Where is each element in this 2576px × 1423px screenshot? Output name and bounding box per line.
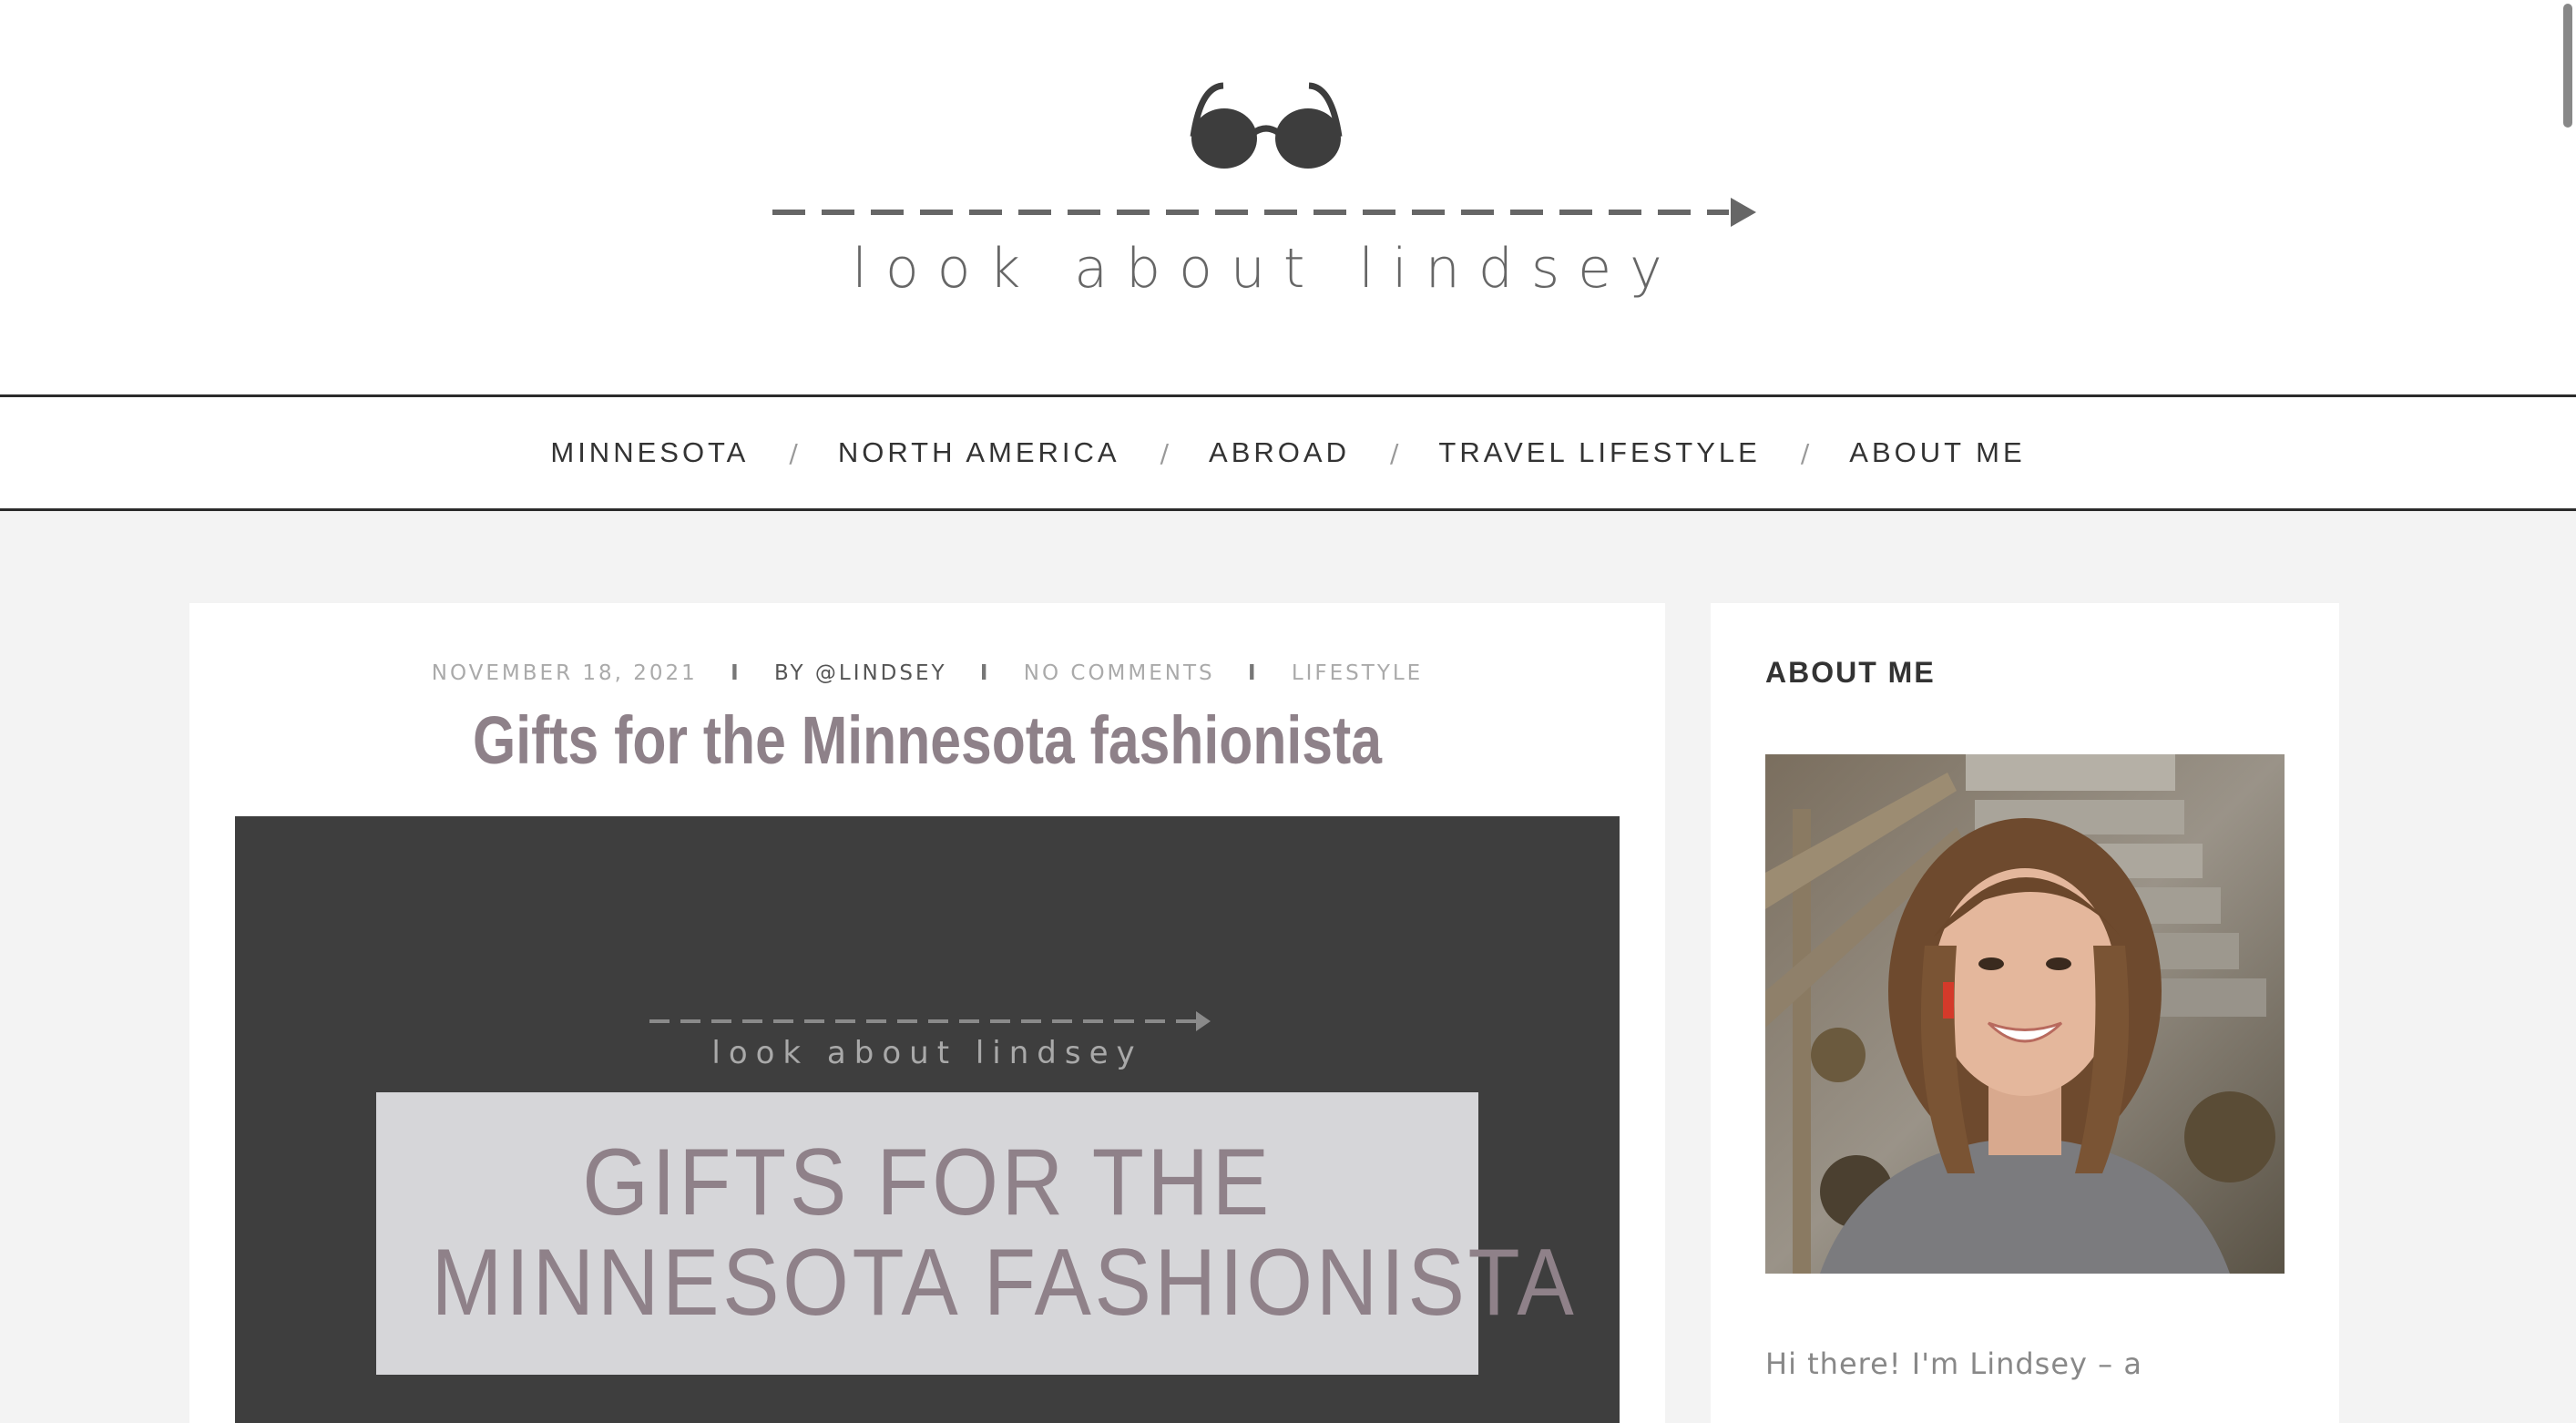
site-header: look about lindsey <box>0 0 2576 397</box>
post-title[interactable]: Gifts for the Minnesota fashionista <box>322 701 1532 779</box>
scrollbar-thumb[interactable] <box>2563 4 2572 128</box>
nav-separator: / <box>789 437 798 468</box>
meta-separator: I <box>731 661 741 685</box>
meta-separator: I <box>979 661 991 685</box>
nav-item-about-me[interactable]: ABOUT ME <box>1849 436 2025 469</box>
nav-item-travel-lifestyle[interactable]: TRAVEL LIFESTYLE <box>1438 436 1760 469</box>
author-photo[interactable] <box>1765 754 2285 1274</box>
about-intro-text: Hi there! I'm Lindsey – a <box>1765 1346 2142 1381</box>
image-title-line-1: GIFTS FOR THE <box>582 1130 1273 1235</box>
nav-item-abroad[interactable]: ABROAD <box>1209 436 1350 469</box>
post-author[interactable]: BY @LINDSEY <box>774 661 947 685</box>
image-logo-wordmark: look about lindsey <box>711 1035 1143 1071</box>
post-category[interactable]: LIFESTYLE <box>1292 661 1423 685</box>
post-meta: NOVEMBER 18, 2021 I BY @LINDSEY I NO COM… <box>189 661 1665 685</box>
dashed-arrow-icon <box>649 1011 1211 1031</box>
post-date[interactable]: NOVEMBER 18, 2021 <box>432 661 698 685</box>
main-nav: MINNESOTA / NORTH AMERICA / ABROAD / TRA… <box>0 397 2576 511</box>
featured-image[interactable]: look about lindsey GIFTS FOR THE MINNESO… <box>235 816 1620 1423</box>
sunglasses-icon <box>1190 82 1343 169</box>
post-comments-link[interactable]: NO COMMENTS <box>1024 661 1215 685</box>
site-logo[interactable]: look about lindsey <box>765 73 1767 310</box>
nav-separator: / <box>1160 437 1170 468</box>
sidebar: ABOUT ME Hi there! I'm Lindsey – a <box>1711 603 2339 1423</box>
image-title-box: GIFTS FOR THE MINNESOTA FASHIONISTA <box>376 1092 1578 1375</box>
nav-separator: / <box>1800 437 1810 468</box>
logo-wordmark: look about lindsey <box>852 237 1681 301</box>
image-title-line-2: MINNESOTA FASHIONISTA <box>431 1230 1578 1336</box>
nav-separator: / <box>1389 437 1399 468</box>
dashed-arrow-icon <box>772 198 1756 227</box>
meta-separator: I <box>1247 661 1259 685</box>
nav-item-north-america[interactable]: NORTH AMERICA <box>838 436 1120 469</box>
page-scrollbar[interactable] <box>2558 0 2576 1388</box>
post-card: NOVEMBER 18, 2021 I BY @LINDSEY I NO COM… <box>189 603 1665 1423</box>
portrait-image <box>1765 754 2285 1274</box>
nav-item-minnesota[interactable]: MINNESOTA <box>550 436 749 469</box>
widget-title-about-me: ABOUT ME <box>1765 656 1936 689</box>
